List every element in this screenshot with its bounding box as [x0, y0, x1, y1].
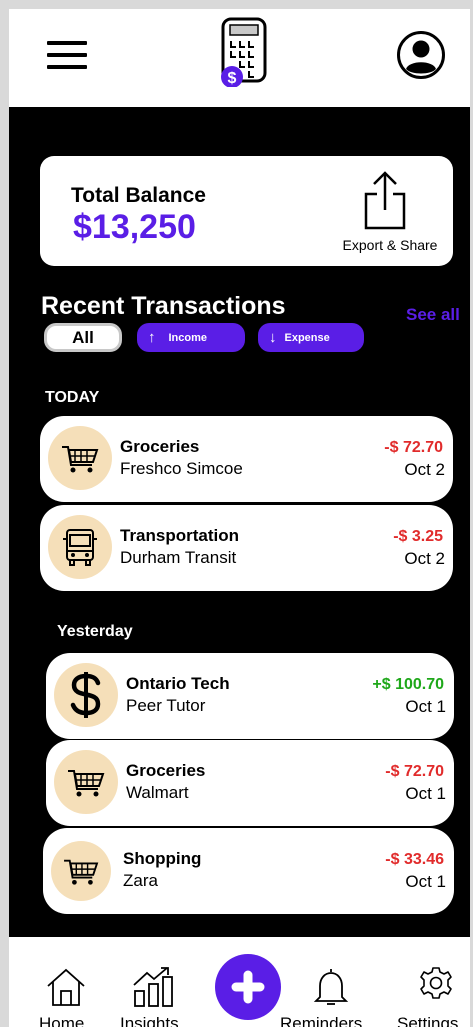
transaction-row[interactable]: Shopping Zara -$ 33.46 Oct 1: [43, 828, 454, 914]
transaction-icon-wrap: [48, 515, 112, 579]
transaction-merchant: Walmart: [126, 783, 189, 802]
filter-all-chip[interactable]: All: [44, 323, 122, 352]
nav-settings-label: Settings: [397, 1014, 459, 1027]
transaction-merchant: Zara: [123, 871, 158, 890]
arrow-down-icon: ↓: [269, 329, 277, 346]
transaction-icon-wrap: [48, 426, 112, 490]
transaction-title: Shopping: [123, 849, 202, 868]
transaction-date: Oct 1: [405, 784, 446, 803]
shopping-cart-icon: [68, 770, 105, 797]
menu-line: [47, 41, 87, 45]
group-label-today: TODAY: [45, 389, 100, 406]
gear-icon: [420, 967, 452, 999]
export-share-label: Export & Share: [342, 237, 438, 253]
transaction-title: Transportation: [120, 526, 240, 545]
bus-icon: [63, 529, 97, 566]
balance-label: Total Balance: [71, 184, 206, 207]
transaction-row[interactable]: Groceries Freshco Simcoe -$ 72.70 Oct 2: [40, 416, 453, 502]
nav-home[interactable]: Home: [33, 937, 105, 1027]
nav-reminders[interactable]: Reminders: [279, 937, 383, 1027]
add-transaction-button[interactable]: [215, 954, 281, 1020]
transaction-title: Groceries: [126, 761, 206, 780]
transaction-date: Oct 1: [405, 697, 446, 716]
shopping-cart-icon: [64, 859, 99, 885]
transaction-amount: -$ 72.70: [384, 439, 443, 456]
share-icon: [364, 171, 406, 230]
dollar-icon: [70, 672, 101, 718]
transaction-date: Oct 2: [404, 460, 445, 479]
transaction-merchant: Freshco Simcoe: [120, 459, 243, 478]
transaction-date: Oct 1: [405, 872, 446, 891]
transaction-merchant: Durham Transit: [120, 548, 237, 567]
transaction-icon-wrap: [54, 750, 118, 814]
profile-button[interactable]: [396, 30, 446, 80]
transaction-title: Groceries: [120, 437, 200, 456]
bell-icon: [313, 969, 349, 1005]
shopping-cart-icon: [62, 446, 99, 473]
transaction-row[interactable]: Groceries Walmart -$ 72.70 Oct 1: [46, 740, 454, 826]
nav-reminders-label: Reminders: [280, 1014, 363, 1027]
user-avatar-icon: [397, 31, 445, 79]
see-all-link[interactable]: See all: [406, 305, 460, 325]
balance-card: Total Balance $13,250 Export & Share: [40, 156, 453, 266]
logo-badge: $: [228, 70, 237, 87]
home-icon: [47, 968, 85, 1006]
filter-expense-chip[interactable]: ↓ Expense: [258, 323, 364, 352]
balance-value: $13,250: [73, 208, 196, 246]
group-label-yesterday: Yesterday: [57, 623, 133, 640]
top-header: $: [9, 9, 470, 107]
transaction-amount: -$ 72.70: [385, 763, 444, 780]
menu-line: [47, 65, 87, 69]
plus-icon: [231, 970, 265, 1004]
bottom-nav: Home Insights Reminders Settings: [9, 937, 470, 1027]
nav-insights[interactable]: Insights: [117, 937, 199, 1027]
app-logo: $: [219, 17, 269, 88]
filter-all-label: All: [72, 327, 94, 347]
transaction-title: Ontario Tech: [126, 674, 230, 693]
calculator-icon: $: [221, 17, 267, 88]
nav-settings[interactable]: Settings: [394, 937, 470, 1027]
menu-line: [47, 53, 87, 57]
transaction-date: Oct 2: [404, 549, 445, 568]
app-frame: $ Total Balance $13,250 Export & Share R…: [0, 0, 473, 1027]
hamburger-menu-button[interactable]: [47, 41, 87, 71]
transaction-row[interactable]: Transportation Durham Transit -$ 3.25 Oc…: [40, 505, 453, 591]
nav-home-label: Home: [39, 1014, 85, 1027]
transaction-amount: +$ 100.70: [372, 676, 444, 693]
transaction-icon-wrap: [54, 663, 118, 727]
insights-chart-icon: [133, 967, 173, 1007]
export-share-button[interactable]: Export & Share: [330, 170, 450, 260]
recent-transactions-title: Recent Transactions: [41, 292, 286, 320]
filter-expense-label: Expense: [284, 331, 330, 344]
filter-income-chip[interactable]: ↑ Income: [137, 323, 245, 352]
arrow-up-icon: ↑: [148, 329, 156, 346]
filter-income-label: Income: [168, 331, 208, 344]
transaction-amount: -$ 3.25: [393, 528, 443, 545]
transaction-amount: -$ 33.46: [385, 851, 444, 868]
transaction-icon-wrap: [51, 841, 111, 901]
nav-insights-label: Insights: [120, 1014, 179, 1027]
transaction-row[interactable]: Ontario Tech Peer Tutor +$ 100.70 Oct 1: [46, 653, 454, 739]
transaction-merchant: Peer Tutor: [126, 696, 206, 715]
